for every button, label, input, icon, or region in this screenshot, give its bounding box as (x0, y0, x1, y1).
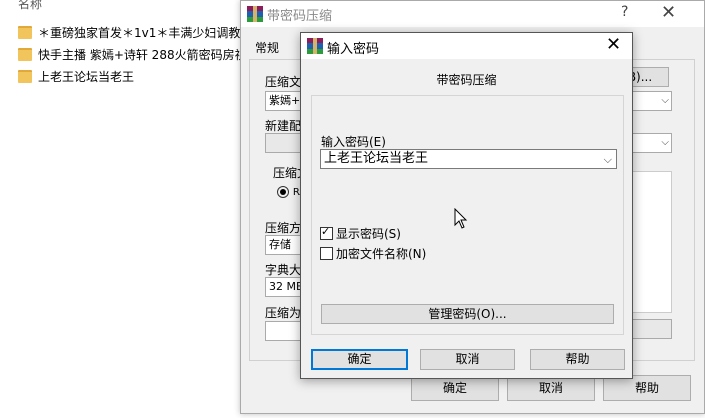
chevron-down-icon[interactable]: ⌵ (604, 151, 612, 169)
title-bar[interactable]: 带密码压缩 ? ✕ (241, 1, 704, 27)
tab-general[interactable]: 常规 (255, 39, 279, 56)
checkbox-unchecked-icon[interactable] (320, 247, 333, 260)
dict-label: 字典大 (265, 263, 302, 277)
show-password-checkbox[interactable]: 显示密码(S) (320, 225, 401, 242)
profile-label: 新建配 (265, 119, 302, 133)
encrypt-names-checkbox[interactable]: 加密文件名称(N) (320, 245, 426, 262)
list-item[interactable]: 上老王论坛当老王 (18, 66, 134, 86)
password-input[interactable]: 上老王论坛当老王 ⌵ (320, 149, 617, 169)
password-value: 上老王论坛当老王 (324, 151, 429, 166)
winrar-icon (307, 38, 323, 54)
help-button[interactable]: 帮助 (530, 349, 625, 370)
list-item-label: 上老王论坛当老王 (38, 69, 135, 84)
dialog-title: 输入密码 (327, 42, 380, 57)
password-dialog: 输入密码 ✕ 带密码压缩 输入密码(E) 上老王论坛当老王 ⌵ 显示密码(S) … (300, 32, 633, 379)
manage-passwords-button[interactable]: 管理密码(O)... (321, 304, 614, 324)
winrar-icon (247, 6, 263, 22)
split-label: 压缩为 (265, 306, 302, 320)
folder-icon (18, 47, 32, 61)
list-item-label: ＊重磅独家首发＊1v1＊丰满少妇调教z (38, 25, 247, 40)
list-item-label: 快手主播 紫嫣+诗轩 288火箭密码房视 (38, 47, 247, 62)
help-icon[interactable]: ? (621, 4, 628, 20)
show-password-label: 显示密码(S) (336, 227, 401, 241)
chevron-down-icon: ⌵ (661, 137, 669, 148)
folder-icon (18, 25, 32, 39)
dialog-heading: 带密码压缩 (436, 73, 497, 87)
method-label: 压缩方 (265, 221, 302, 235)
title-bar[interactable]: 输入密码 ✕ (301, 33, 632, 59)
folder-icon (18, 69, 32, 83)
list-item[interactable]: ＊重磅独家首发＊1v1＊丰满少妇调教z (18, 22, 247, 42)
radio-selected-icon (277, 185, 289, 198)
dialog-title: 带密码压缩 (267, 9, 333, 24)
close-icon[interactable]: ✕ (661, 2, 676, 23)
cancel-button[interactable]: 取消 (420, 349, 515, 370)
checkbox-checked-icon[interactable] (320, 225, 333, 240)
archive-name-label: 压缩文 (265, 75, 302, 89)
password-label: 输入密码(E) (321, 135, 386, 149)
text-cursor-icon (454, 208, 468, 229)
chevron-down-icon: ⌵ (661, 95, 669, 106)
list-item[interactable]: 快手主播 紫嫣+诗轩 288火箭密码房视 (18, 44, 247, 64)
ok-button[interactable]: 确定 (311, 349, 408, 370)
close-icon[interactable]: ✕ (606, 34, 621, 55)
column-header-name[interactable]: 名称 (18, 0, 42, 12)
encrypt-names-label: 加密文件名称(N) (336, 247, 427, 261)
